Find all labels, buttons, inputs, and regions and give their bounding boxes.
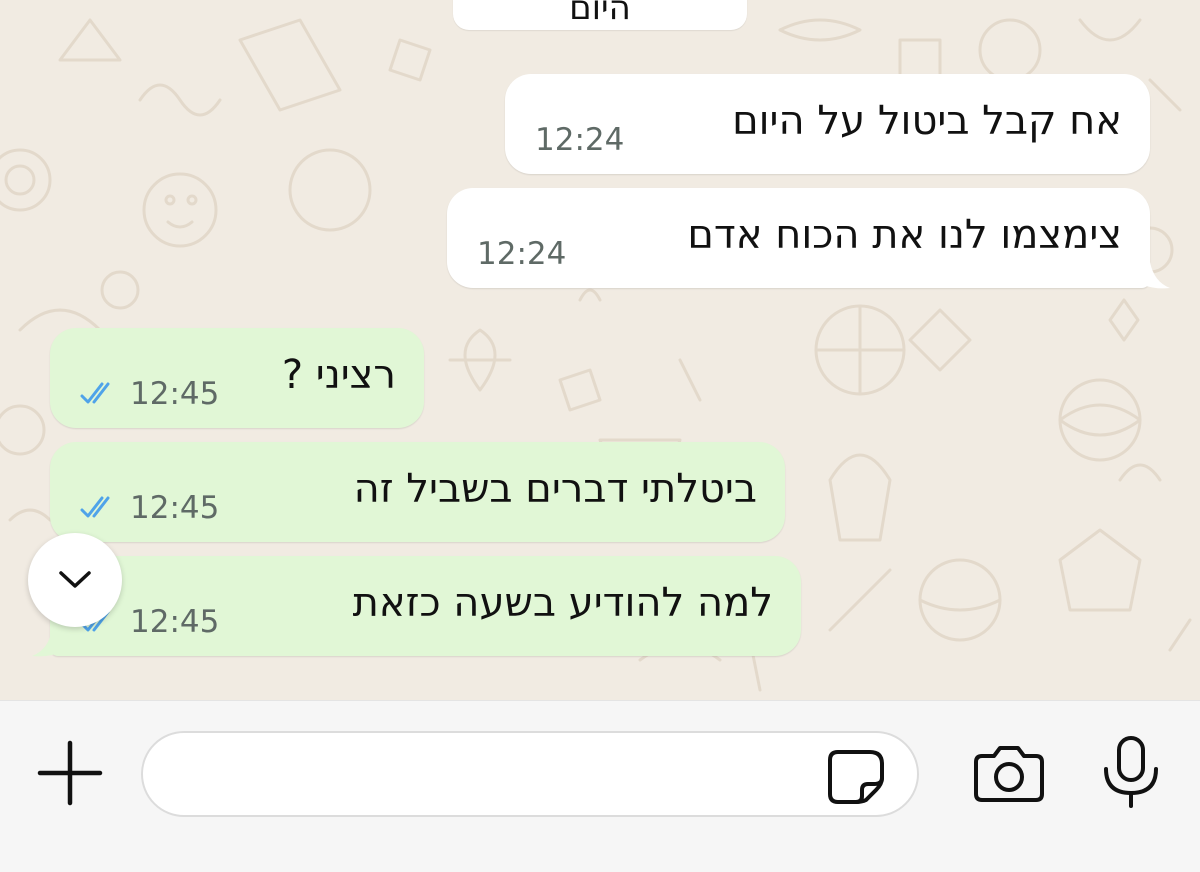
bubble-tail — [1136, 262, 1170, 289]
message-text: ביטלתי דברים בשביל זה — [353, 466, 757, 512]
scroll-down-button[interactable] — [28, 533, 122, 627]
message-text: למה להודיע בשעה כזאת — [352, 580, 773, 626]
camera-icon[interactable] — [972, 744, 1046, 802]
message-time: 12:24 — [477, 236, 567, 272]
message-time: 12:45 — [130, 604, 220, 640]
message-time: 12:45 — [130, 490, 220, 526]
message-time: 12:24 — [535, 122, 625, 158]
plus-icon[interactable] — [36, 739, 104, 807]
message-bubble-outgoing[interactable]: ביטלתי דברים בשביל זה 12:45 — [50, 442, 785, 542]
double-check-icon — [80, 382, 110, 404]
message-time: 12:45 — [130, 376, 220, 412]
message-bubble-outgoing[interactable]: רציני ? 12:45 — [50, 328, 424, 428]
message-text: רציני ? — [281, 352, 396, 398]
message-bubble-outgoing[interactable]: למה להודיע בשעה כזאת 12:45 — [50, 556, 801, 656]
message-text: אח קבל ביטול על היום — [732, 98, 1122, 144]
message-text: צימצמו לנו את הכוח אדם — [687, 212, 1122, 258]
chevron-down-icon — [59, 571, 91, 588]
message-bubble-incoming[interactable]: צימצמו לנו את הכוח אדם 12:24 — [447, 188, 1150, 288]
bubble-tail — [32, 630, 66, 657]
message-bubble-incoming[interactable]: אח קבל ביטול על היום 12:24 — [505, 74, 1150, 174]
microphone-icon[interactable] — [1100, 735, 1162, 809]
double-check-icon — [80, 496, 110, 518]
sticker-icon[interactable] — [826, 748, 886, 804]
message-input[interactable] — [141, 731, 919, 817]
date-chip: היום — [453, 0, 747, 30]
